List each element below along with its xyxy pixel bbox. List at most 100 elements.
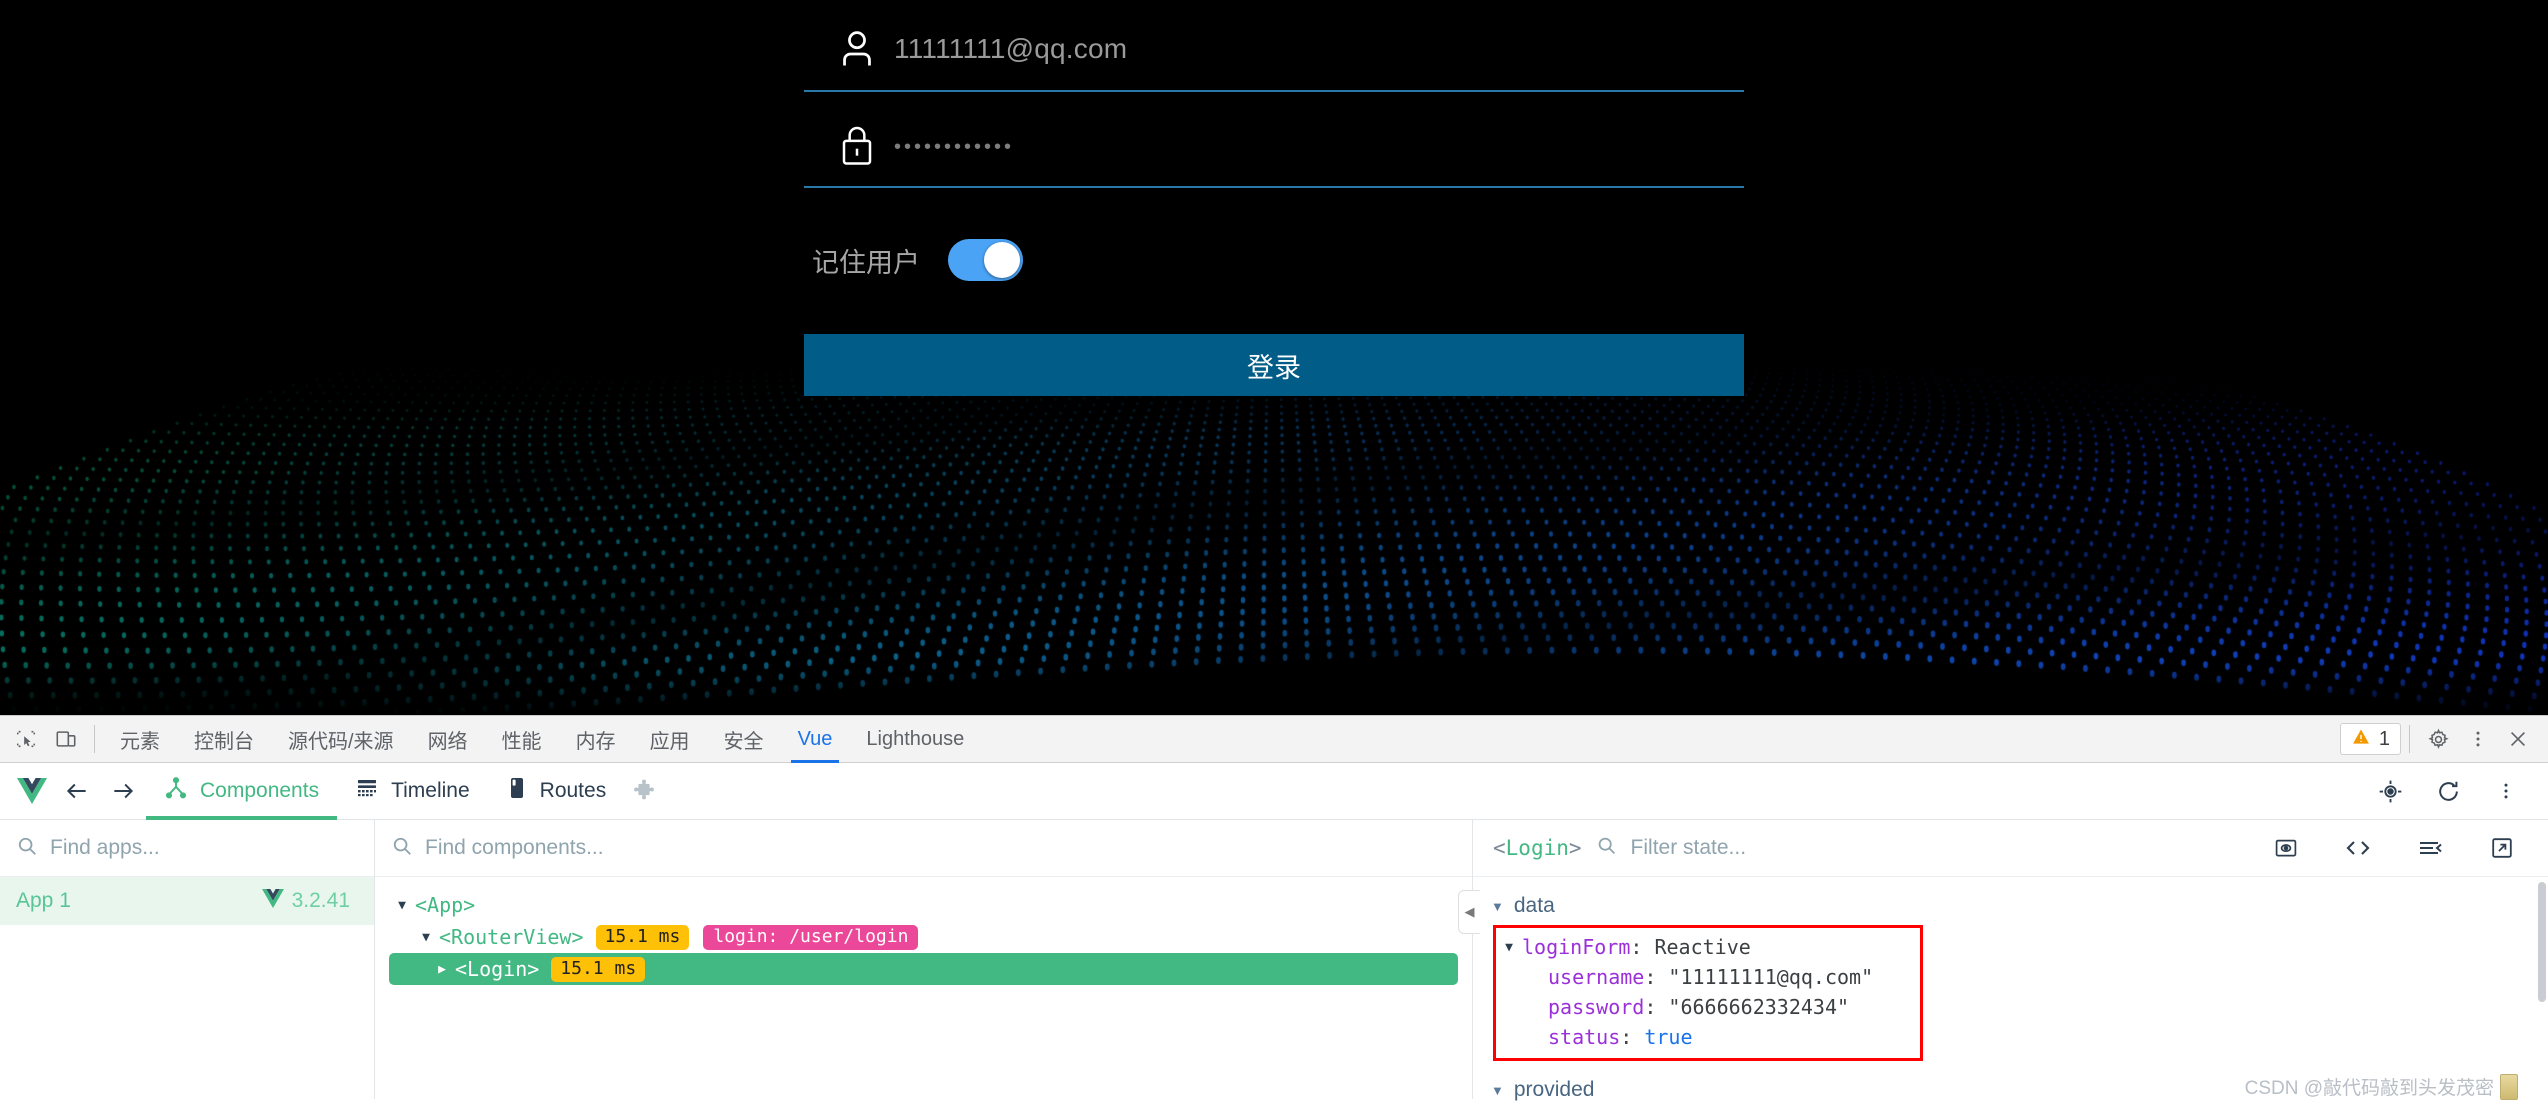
state-key: status xyxy=(1548,1025,1621,1049)
tab-label: 内存 xyxy=(575,730,616,753)
more-options-icon[interactable] xyxy=(2486,771,2526,811)
vue-logo-icon xyxy=(10,778,54,804)
selected-component-name: <Login> xyxy=(1493,836,1582,860)
devtools-panel: 元素 控制台 源代码/来源 网络 性能 内存 应用 安全 Vue Lightho… xyxy=(0,715,2548,1108)
login-form: 11111111@qq.com •••••••••••• 记住用户 登录 xyxy=(804,8,1744,396)
password-field[interactable]: •••••••••••• xyxy=(804,104,1744,188)
settings-gear-icon[interactable] xyxy=(2418,719,2458,759)
chevron-down-icon[interactable]: ▼ xyxy=(1491,899,1504,914)
tab-security[interactable]: 安全 xyxy=(707,716,781,763)
devtools-tabbar: 元素 控制台 源代码/来源 网络 性能 内存 应用 安全 Vue Lightho… xyxy=(0,716,2548,763)
warnings-badge[interactable]: 1 xyxy=(2339,723,2401,755)
tab-elements[interactable]: 元素 xyxy=(103,716,177,763)
open-external-icon[interactable] xyxy=(2482,828,2522,868)
username-field[interactable]: 11111111@qq.com xyxy=(804,8,1744,92)
remember-user-toggle[interactable] xyxy=(948,239,1023,281)
login-submit-button[interactable]: 登录 xyxy=(804,334,1744,396)
vue-logo-icon xyxy=(261,888,284,914)
state-pane-actions xyxy=(2266,828,2548,868)
state-tree: ▼ data ▼ loginForm : Reactive username : xyxy=(1473,877,2548,1107)
tab-memory[interactable]: 内存 xyxy=(559,716,633,763)
chevron-down-icon[interactable]: ▼ xyxy=(413,930,439,945)
render-time-badge: 15.1 ms xyxy=(595,924,690,950)
tab-performance[interactable]: 性能 xyxy=(485,716,559,763)
state-row-password[interactable]: password : "6666662332434" xyxy=(1496,992,1920,1022)
tab-sources[interactable]: 源代码/来源 xyxy=(271,716,411,763)
vue-devtools-body: Find apps... App 1 3.2.41 Find component… xyxy=(0,820,2548,1101)
app-name: App 1 xyxy=(16,889,71,912)
open-in-editor-code-icon[interactable] xyxy=(2338,828,2378,868)
routes-icon xyxy=(506,776,528,806)
find-apps-search[interactable]: Find apps... xyxy=(0,820,374,877)
tree-node-login[interactable]: ▶ <Login> 15.1 ms xyxy=(389,953,1458,985)
toggle-knob xyxy=(984,242,1020,278)
lock-icon xyxy=(830,118,884,172)
app-list-item[interactable]: App 1 3.2.41 xyxy=(0,877,374,925)
apps-pane: Find apps... App 1 3.2.41 xyxy=(0,820,375,1099)
tab-label: 控制台 xyxy=(194,730,254,753)
state-row-status[interactable]: status : true xyxy=(1496,1022,1920,1052)
warnings-count: 1 xyxy=(2378,727,2390,750)
find-components-search[interactable]: Find components... xyxy=(375,820,1472,877)
state-row-username[interactable]: username : "11111111@qq.com" xyxy=(1496,962,1920,992)
tab-label: 元素 xyxy=(120,730,160,753)
tab-application[interactable]: 应用 xyxy=(633,716,707,763)
state-colon: : xyxy=(1630,935,1655,959)
timeline-icon xyxy=(355,776,379,806)
tree-node-app[interactable]: ▼ <App> xyxy=(389,889,1472,921)
tab-console[interactable]: 控制台 xyxy=(177,716,271,763)
tab-lighthouse[interactable]: Lighthouse xyxy=(849,716,981,763)
username-input-value[interactable]: 11111111@qq.com xyxy=(894,33,1127,65)
vue-tab-components[interactable]: Components xyxy=(146,763,338,820)
tab-label: 应用 xyxy=(649,730,690,753)
puzzle-piece-icon[interactable] xyxy=(624,771,664,811)
warning-icon xyxy=(2351,727,2371,752)
search-icon xyxy=(391,835,413,862)
devtools-toolbar-right: 1 xyxy=(2339,719,2548,759)
chevron-right-icon[interactable]: ▶ xyxy=(429,962,455,977)
chevron-down-icon[interactable]: ▼ xyxy=(1491,1083,1504,1098)
selected-component-label: Login xyxy=(1505,836,1569,860)
tab-network[interactable]: 网络 xyxy=(411,716,485,763)
tab-vue[interactable]: Vue xyxy=(781,716,850,763)
collapse-all-icon[interactable] xyxy=(2410,828,2450,868)
filter-state-placeholder[interactable]: Filter state... xyxy=(1631,836,1747,860)
state-group-data[interactable]: ▼ data xyxy=(1487,889,2548,923)
tree-node-tag: <RouterView> xyxy=(439,925,584,949)
app-viewport: 11111111@qq.com •••••••••••• 记住用户 登录 xyxy=(0,0,2548,715)
nav-back-button[interactable] xyxy=(54,768,100,814)
tree-node-routerview[interactable]: ▼ <RouterView> 15.1 ms login: /user/logi… xyxy=(389,921,1472,953)
state-group-label: provided xyxy=(1513,1078,1595,1101)
vue-tab-routes[interactable]: Routes xyxy=(488,763,625,820)
chevron-down-icon[interactable]: ▼ xyxy=(389,898,415,913)
chevron-down-icon[interactable]: ▼ xyxy=(1496,940,1522,955)
state-colon: : xyxy=(1644,995,1669,1019)
state-value: "6666662332434" xyxy=(1668,995,1850,1019)
state-row-loginform[interactable]: ▼ loginForm : Reactive xyxy=(1496,932,1920,962)
state-key: password xyxy=(1548,995,1645,1019)
inspect-dom-icon[interactable] xyxy=(2266,828,2306,868)
vue-tab-label: Timeline xyxy=(391,779,470,802)
highlighted-state-block: ▼ loginForm : Reactive username : "11111… xyxy=(1493,925,1923,1061)
vue-tab-label: Routes xyxy=(539,779,607,802)
refresh-icon[interactable] xyxy=(2428,771,2468,811)
app-version-label: 3.2.41 xyxy=(291,889,350,912)
search-icon xyxy=(16,835,38,862)
vue-tab-timeline[interactable]: Timeline xyxy=(337,763,488,820)
inspect-element-icon[interactable] xyxy=(6,719,46,759)
close-icon[interactable] xyxy=(2498,719,2538,759)
person-icon xyxy=(830,22,884,76)
find-apps-placeholder: Find apps... xyxy=(50,836,160,859)
tab-label: 源代码/来源 xyxy=(288,730,394,753)
state-group-provided[interactable]: ▼ provided xyxy=(1487,1073,2548,1107)
select-component-icon[interactable] xyxy=(2370,771,2410,811)
nav-forward-button[interactable] xyxy=(100,768,146,814)
vue-toolbar-actions xyxy=(2370,771,2548,811)
find-components-placeholder: Find components... xyxy=(425,836,604,859)
state-value: "11111111@qq.com" xyxy=(1668,965,1874,989)
password-input-value[interactable]: •••••••••••• xyxy=(894,132,1014,159)
state-pane-scrollbar[interactable] xyxy=(2538,882,2546,1002)
component-state-pane: ◀ <Login> Filter state... ▼ data ▼ login… xyxy=(1458,820,2548,1101)
more-options-icon[interactable] xyxy=(2458,719,2498,759)
device-toolbar-icon[interactable] xyxy=(46,719,86,759)
